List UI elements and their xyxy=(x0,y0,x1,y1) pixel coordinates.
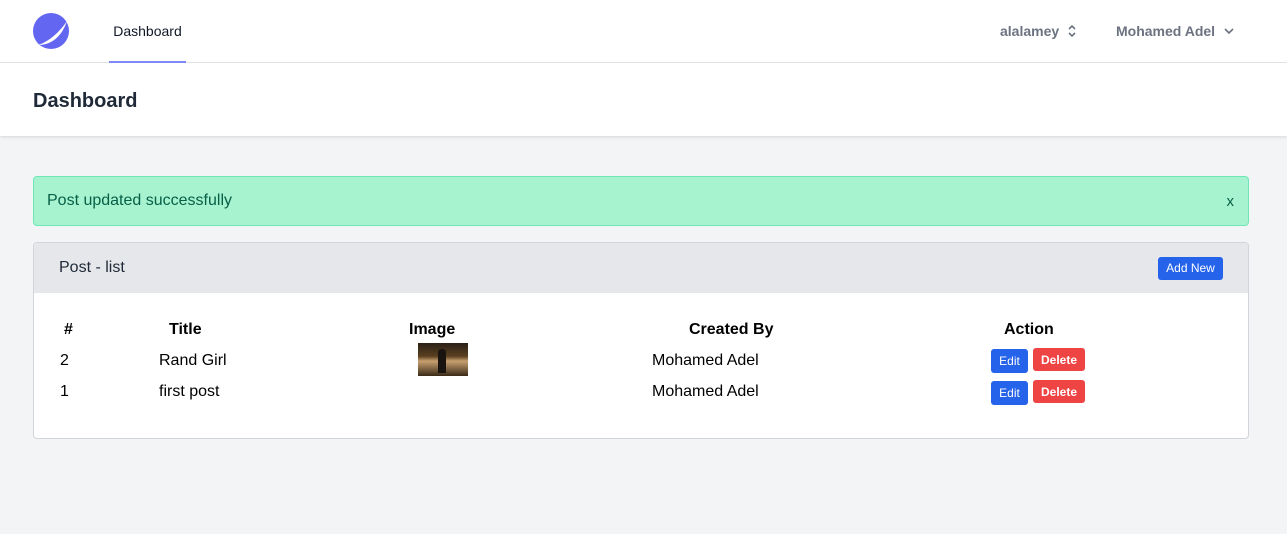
user-name: Mohamed Adel xyxy=(1116,23,1216,39)
chevron-updown-icon xyxy=(1067,24,1077,38)
chevron-down-icon xyxy=(1223,25,1235,37)
table-row-1-title: Rand Girl xyxy=(159,352,227,369)
alert-close-button[interactable]: x xyxy=(1227,193,1235,210)
team-switcher[interactable]: alalamey xyxy=(1000,20,1077,42)
success-alert: Post updated successfully x xyxy=(33,176,1249,226)
page-title: Dashboard xyxy=(33,90,138,112)
edit-button[interactable]: Edit xyxy=(991,381,1028,405)
table-row-1-created-by: Mohamed Adel xyxy=(652,352,759,369)
column-header-created-by: Created By xyxy=(689,321,774,338)
team-name: alalamey xyxy=(1000,23,1060,39)
top-navigation: Dashboard alalamey Mohamed Adel xyxy=(0,0,1287,63)
post-list-card: Post - list Add New # Title Image Create… xyxy=(33,242,1249,439)
column-header-action: Action xyxy=(1004,321,1054,338)
user-menu[interactable]: Mohamed Adel xyxy=(1116,20,1235,42)
post-thumbnail-image xyxy=(418,343,468,376)
nav-link-dashboard[interactable]: Dashboard xyxy=(109,0,186,63)
delete-button[interactable]: Delete xyxy=(1033,348,1085,371)
column-header-title: Title xyxy=(169,321,202,338)
delete-button[interactable]: Delete xyxy=(1033,380,1085,403)
card-title: Post - list xyxy=(59,259,125,276)
table-row-1-id: 2 xyxy=(60,352,69,369)
edit-button[interactable]: Edit xyxy=(991,349,1028,373)
column-header-number: # xyxy=(64,321,73,338)
table-row-2-created-by: Mohamed Adel xyxy=(652,383,759,400)
table-row-2-id: 1 xyxy=(60,383,69,400)
add-new-button[interactable]: Add New xyxy=(1158,256,1223,280)
card-header: Post - list Add New xyxy=(34,243,1248,293)
app-logo-icon[interactable] xyxy=(32,12,70,50)
column-header-image: Image xyxy=(409,321,456,338)
alert-message: Post updated successfully xyxy=(47,192,232,209)
table-row-2-title: first post xyxy=(159,383,220,400)
page-header: Dashboard xyxy=(0,63,1287,136)
